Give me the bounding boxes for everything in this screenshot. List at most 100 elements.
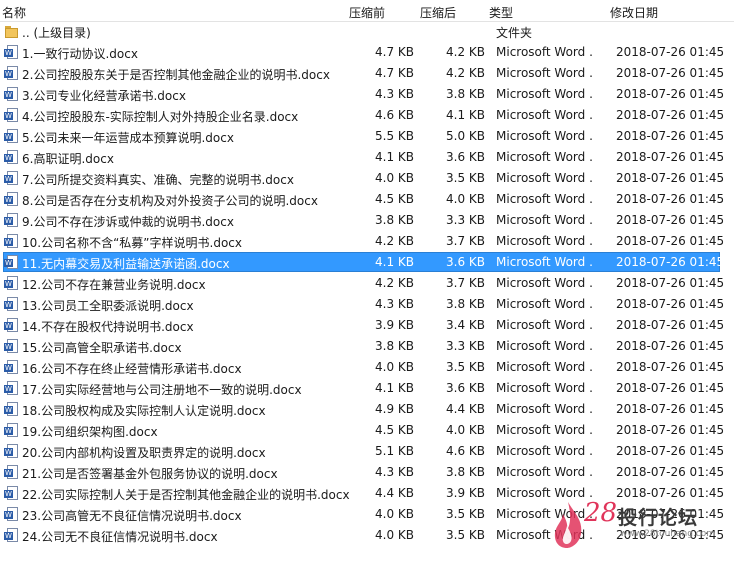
file-type: Microsoft Word ...: [496, 402, 592, 416]
size-after: 4.4 KB: [446, 402, 485, 416]
size-before: 4.0 KB: [375, 507, 414, 521]
file-row[interactable]: W 16.公司不存在终止经营情形承诺书.docx 4.0 KB 3.5 KB Micro…: [0, 357, 734, 378]
file-type: Microsoft Word ...: [496, 276, 592, 290]
word-document-icon: W: [4, 276, 18, 291]
file-row[interactable]: W 20.公司内部机构设置及职责界定的说明.docx 5.1 KB 4.6 KB Mic…: [0, 441, 734, 462]
file-row[interactable]: W 3.公司专业化经营承诺书.docx 4.3 KB 3.8 KB Microsoft …: [0, 84, 734, 105]
file-row[interactable]: W 13.公司员工全职委派说明.docx 4.3 KB 3.8 KB Microsoft…: [0, 294, 734, 315]
modified-date: 2018-07-26 01:45: [616, 192, 725, 206]
size-after: 3.3 KB: [446, 339, 485, 353]
word-document-icon: W: [4, 87, 18, 102]
word-document-icon: W: [4, 192, 18, 207]
word-document-icon: W: [4, 444, 18, 459]
file-type: Microsoft Word ...: [496, 465, 592, 479]
file-row[interactable]: W 15.公司高管全职承诺书.docx 3.8 KB 3.3 KB Microsoft …: [0, 336, 734, 357]
column-modified-header[interactable]: 修改日期: [610, 4, 658, 21]
file-row[interactable]: W 11.无内幕交易及利益输送承诺函.docx 4.1 KB 3.6 KB Micros…: [0, 252, 734, 273]
modified-date: 2018-07-26 01:45: [616, 87, 725, 101]
file-name: 9.公司不存在涉诉或仲裁的说明书.docx: [22, 215, 234, 229]
size-after: 4.0 KB: [446, 423, 485, 437]
file-type: Microsoft Word ...: [496, 129, 592, 143]
file-row[interactable]: W 1.一致行动协议.docx 4.7 KB 4.2 KB Microsoft Word…: [0, 42, 734, 63]
size-after: 3.8 KB: [446, 87, 485, 101]
size-before: 4.2 KB: [375, 234, 414, 248]
watermark-url: www.28touhang.com: [620, 529, 716, 539]
file-name: 11.无内幕交易及利益输送承诺函.docx: [22, 257, 230, 271]
file-row[interactable]: W 18.公司股权构成及实际控制人认定说明.docx 4.9 KB 4.4 KB Mic…: [0, 399, 734, 420]
file-type: Microsoft Word ...: [496, 255, 592, 269]
file-row[interactable]: W 19.公司组织架构图.docx 4.5 KB 4.0 KB Microsoft Wo…: [0, 420, 734, 441]
size-after: 4.2 KB: [446, 45, 485, 59]
file-row[interactable]: W 14.不存在股权代持说明书.docx 3.9 KB 3.4 KB Microsoft…: [0, 315, 734, 336]
file-row[interactable]: W 5.公司未来一年运营成本预算说明.docx 5.5 KB 5.0 KB Micros…: [0, 126, 734, 147]
file-name: 2.公司控股股东关于是否控制其他金融企业的说明书.docx: [22, 68, 330, 82]
size-before: 4.5 KB: [375, 192, 414, 206]
size-before: 3.9 KB: [375, 318, 414, 332]
word-document-icon: W: [4, 213, 18, 228]
file-row[interactable]: W 10.公司名称不含“私募”字样说明书.docx 4.2 KB 3.7 KB Micr…: [0, 231, 734, 252]
watermark-title: 投行论坛: [618, 507, 699, 529]
file-row[interactable]: W 7.公司所提交资料真实、准确、完整的说明书.docx 4.0 KB 3.5 KB M…: [0, 168, 734, 189]
file-type: Microsoft Word ...: [496, 339, 592, 353]
modified-date: 2018-07-26 01:45: [616, 171, 725, 185]
column-size-before-header[interactable]: 压缩前: [349, 4, 385, 21]
file-name: 18.公司股权构成及实际控制人认定说明.docx: [22, 404, 266, 418]
file-type: Microsoft Word ...: [496, 171, 592, 185]
word-document-icon: W: [4, 360, 18, 375]
size-before: 4.1 KB: [375, 255, 414, 269]
size-before: 4.0 KB: [375, 528, 414, 542]
file-type: Microsoft Word ...: [496, 234, 592, 248]
file-row[interactable]: W 12.公司不存在兼营业务说明.docx 4.2 KB 3.7 KB Microsof…: [0, 273, 734, 294]
column-size-after-header[interactable]: 压缩后: [420, 4, 456, 21]
size-before: 4.0 KB: [375, 171, 414, 185]
size-before: 3.8 KB: [375, 213, 414, 227]
modified-date: 2018-07-26 01:45: [616, 255, 725, 269]
size-after: 4.1 KB: [446, 108, 485, 122]
word-document-icon: W: [4, 234, 18, 249]
size-after: 3.6 KB: [446, 150, 485, 164]
word-document-icon: W: [4, 381, 18, 396]
file-row[interactable]: W 17.公司实际经营地与公司注册地不一致的说明.docx 4.1 KB 3.6 KB…: [0, 378, 734, 399]
parent-directory-row[interactable]: .. (上级目录) 文件夹: [0, 21, 734, 42]
size-after: 3.5 KB: [446, 528, 485, 542]
file-name: 24.公司无不良征信情况说明书.docx: [22, 530, 218, 544]
file-row[interactable]: W 6.高职证明.docx 4.1 KB 3.6 KB Microsoft Word .…: [0, 147, 734, 168]
file-row[interactable]: W 2.公司控股股东关于是否控制其他金融企业的说明书.docx 4.7 KB 4.2 …: [0, 63, 734, 84]
word-document-icon: W: [4, 150, 18, 165]
size-after: 3.7 KB: [446, 234, 485, 248]
size-before: 4.1 KB: [375, 150, 414, 164]
word-document-icon: W: [4, 339, 18, 354]
size-before: 4.0 KB: [375, 360, 414, 374]
modified-date: 2018-07-26 01:45: [616, 66, 725, 80]
word-document-icon: W: [4, 528, 18, 543]
file-type: Microsoft Word ...: [496, 444, 592, 458]
word-document-icon: W: [4, 66, 18, 81]
modified-date: 2018-07-26 01:45: [616, 444, 725, 458]
word-document-icon: W: [4, 129, 18, 144]
file-row[interactable]: W 4.公司控股股东-实际控制人对外持股企业名录.docx 4.6 KB 4.1 KB…: [0, 105, 734, 126]
modified-date: 2018-07-26 01:45: [616, 234, 725, 248]
parent-directory-type: 文件夹: [496, 26, 533, 40]
size-before: 5.1 KB: [375, 444, 414, 458]
modified-date: 2018-07-26 01:45: [616, 45, 725, 59]
file-type: Microsoft Word ...: [496, 66, 592, 80]
column-name-header[interactable]: 名称: [2, 4, 26, 21]
file-row[interactable]: W 22.公司实际控制人关于是否控制其他金融企业的说明书.docx 4.4 KB 3.…: [0, 483, 734, 504]
file-row[interactable]: W 21.公司是否签署基金外包服务协议的说明.docx 4.3 KB 3.8 KB Mi…: [0, 462, 734, 483]
file-row[interactable]: W 8.公司是否存在分支机构及对外投资子公司的说明.docx 4.5 KB 4.0 K…: [0, 189, 734, 210]
size-after: 4.0 KB: [446, 192, 485, 206]
word-document-icon: W: [4, 402, 18, 417]
modified-date: 2018-07-26 01:45: [616, 276, 725, 290]
word-document-icon: W: [4, 255, 18, 270]
file-name: 19.公司组织架构图.docx: [22, 425, 158, 439]
column-header: 名称 压缩前 压缩后 类型 修改日期: [0, 0, 734, 22]
modified-date: 2018-07-26 01:45: [616, 339, 725, 353]
file-name: 12.公司不存在兼营业务说明.docx: [22, 278, 206, 292]
size-before: 4.6 KB: [375, 108, 414, 122]
file-row[interactable]: W 9.公司不存在涉诉或仲裁的说明书.docx 3.8 KB 3.3 KB Micros…: [0, 210, 734, 231]
column-type-header[interactable]: 类型: [489, 4, 513, 21]
file-name: 14.不存在股权代持说明书.docx: [22, 320, 194, 334]
file-type: Microsoft Word ...: [496, 150, 592, 164]
file-rows: W 1.一致行动协议.docx 4.7 KB 4.2 KB Microsoft Word…: [0, 42, 734, 546]
word-document-icon: W: [4, 108, 18, 123]
